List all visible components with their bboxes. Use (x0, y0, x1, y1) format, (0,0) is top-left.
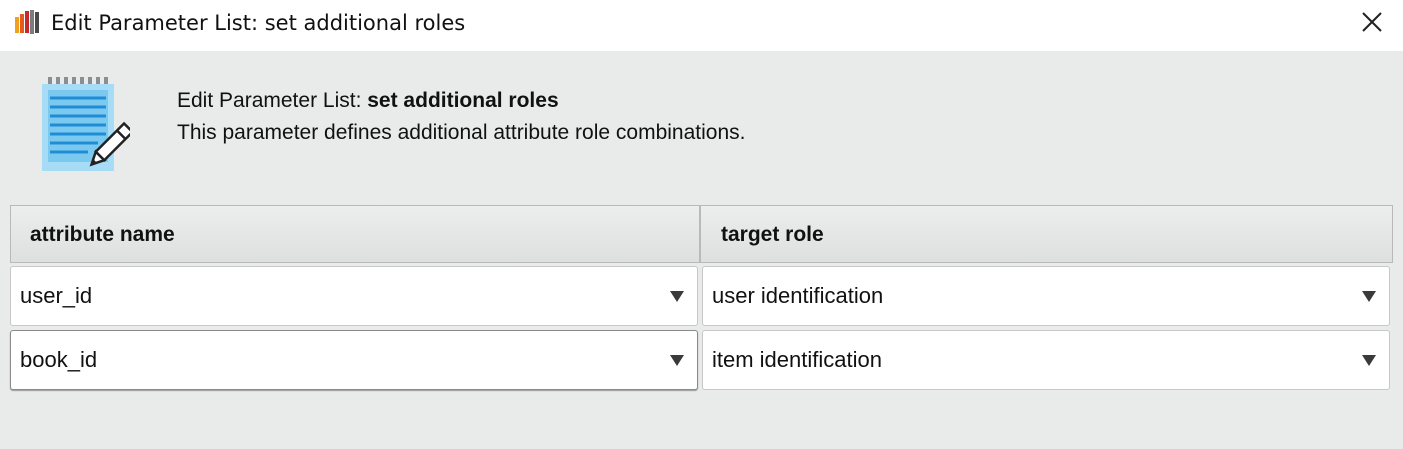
window-title: Edit Parameter List: set additional role… (51, 11, 466, 35)
attribute-dropdown-row-1[interactable]: user_id (10, 266, 698, 326)
attribute-value: book_id (20, 347, 98, 372)
role-value: user identification (712, 283, 884, 308)
dropdown-arrow-icon (1362, 355, 1376, 366)
parameter-table: attribute name target role user_id user … (10, 205, 1393, 395)
heading-prefix: Edit Parameter List: (177, 89, 368, 112)
role-dropdown-row-2[interactable]: item identification (702, 330, 1390, 390)
column-header-target-role[interactable]: target role (700, 205, 1393, 263)
parameter-name: set additional roles (367, 89, 559, 112)
dropdown-arrow-icon (670, 291, 684, 302)
role-value: item identification (712, 347, 882, 372)
dropdown-arrow-icon (670, 355, 684, 366)
column-header-attribute-name[interactable]: attribute name (10, 205, 700, 263)
close-icon[interactable] (1352, 4, 1392, 44)
dropdown-arrow-icon (1362, 291, 1376, 302)
attribute-value: user_id (20, 283, 93, 308)
title-bar: Edit Parameter List: set additional role… (0, 0, 1403, 51)
parameter-description: This parameter defines additional attrib… (177, 121, 746, 144)
rapidminer-logo-icon (15, 10, 39, 34)
notepad-pencil-icon (42, 77, 130, 171)
dialog-heading: Edit Parameter List: set additional role… (177, 89, 559, 113)
role-dropdown-row-1[interactable]: user identification (702, 266, 1390, 326)
attribute-dropdown-row-2[interactable]: book_id (10, 330, 698, 390)
